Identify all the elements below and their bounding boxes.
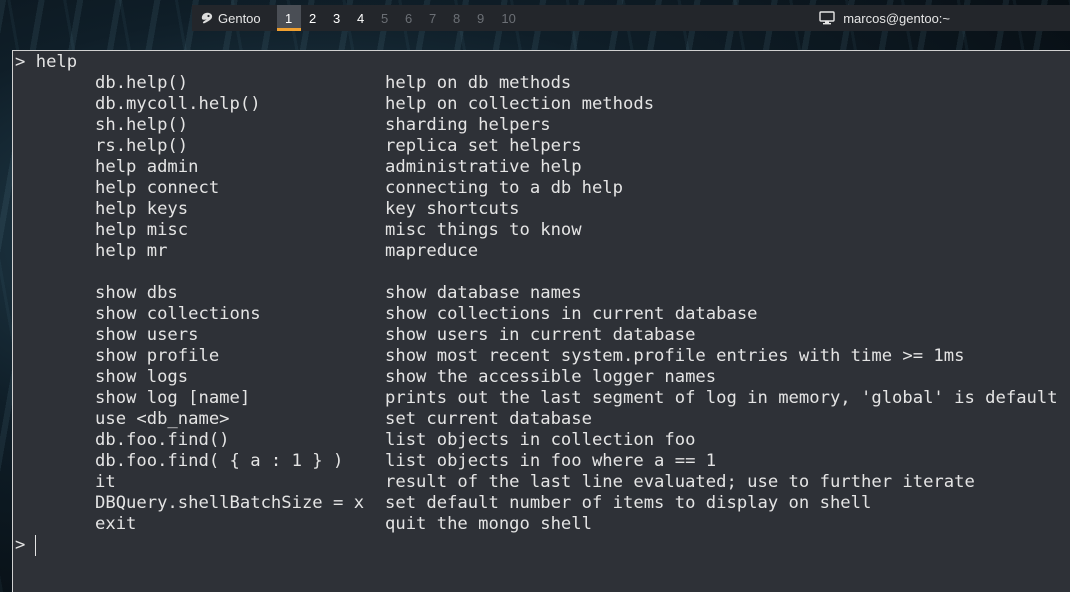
workspace-7[interactable]: 7 — [421, 5, 445, 31]
distro-menu[interactable]: Gentoo — [192, 11, 277, 26]
help-description: show the accessible logger names — [385, 367, 717, 387]
help-description: mapreduce — [385, 241, 479, 261]
help-description: key shortcuts — [385, 199, 520, 219]
help-description: show most recent system.profile entries … — [385, 346, 965, 366]
monitor-icon — [819, 11, 835, 25]
user-host-label: marcos@gentoo:~ — [843, 10, 950, 26]
help-description: connecting to a db help — [385, 178, 623, 198]
workspace-4[interactable]: 4 — [349, 5, 373, 31]
help-description: help on db methods — [385, 73, 572, 93]
help-command: db.foo.find() — [95, 430, 230, 450]
help-description: misc things to know — [385, 220, 582, 240]
help-description: show collections in current database — [385, 304, 758, 324]
workspace-10[interactable]: 10 — [493, 5, 525, 31]
workspace-2[interactable]: 2 — [301, 5, 325, 31]
terminal-window[interactable]: > help db.help() help on db methods db.myc… — [12, 50, 1070, 592]
workspace-5[interactable]: 5 — [373, 5, 397, 31]
active-window-title[interactable]: marcos@gentoo:~ — [819, 11, 1070, 26]
help-command: db.help() — [95, 73, 189, 93]
gentoo-logo-icon — [201, 12, 213, 24]
help-description: show users in current database — [385, 325, 696, 345]
help-command: show collections — [95, 304, 261, 324]
help-description: show database names — [385, 283, 582, 303]
workspace-6[interactable]: 6 — [397, 5, 421, 31]
help-command: show log [name] — [95, 388, 251, 408]
help-command: db.mycoll.help() — [95, 94, 261, 114]
help-description: quit the mongo shell — [385, 514, 592, 534]
terminal-prompt: > — [15, 535, 26, 555]
distro-label: Gentoo — [218, 10, 261, 26]
help-command: help keys — [95, 199, 189, 219]
help-command: it — [95, 472, 116, 492]
help-command: show users — [95, 325, 199, 345]
help-command: help connect — [95, 178, 220, 198]
workspace-9[interactable]: 9 — [469, 5, 493, 31]
top-panel: Gentoo 1 2 3 4 5 6 7 8 9 10 marcos@gento… — [192, 5, 1070, 31]
help-command: rs.help() — [95, 136, 189, 156]
help-description: sharding helpers — [385, 115, 551, 135]
workspace-switcher: 1 2 3 4 5 6 7 8 9 10 — [276, 5, 525, 31]
help-description: replica set helpers — [385, 136, 582, 156]
terminal-input-line: > help — [15, 52, 77, 73]
help-description: list objects in foo where a == 1 — [385, 451, 717, 471]
help-command: exit — [95, 514, 137, 534]
prompt-symbol: > — [15, 52, 26, 72]
entered-command: help — [35, 52, 78, 72]
workspace-8[interactable]: 8 — [445, 5, 469, 31]
help-description: set current database — [385, 409, 592, 429]
help-command: db.foo.find( { a : 1 } ) — [95, 451, 344, 471]
help-description: administrative help — [385, 157, 582, 177]
workspace-1[interactable]: 1 — [276, 5, 301, 31]
help-command: help mr — [95, 241, 168, 261]
help-command: show logs — [95, 367, 189, 387]
help-command: use <db_name> — [95, 409, 230, 429]
help-command: show profile — [95, 346, 220, 366]
help-command: sh.help() — [95, 115, 189, 135]
workspace-3[interactable]: 3 — [325, 5, 349, 31]
help-description: prints out the last segment of log in me… — [385, 388, 1058, 408]
help-command: DBQuery.shellBatchSize = x — [95, 493, 365, 513]
help-command: help misc — [95, 220, 189, 240]
help-command: show dbs — [95, 283, 178, 303]
text-cursor — [35, 535, 36, 556]
help-description: result of the last line evaluated; use t… — [385, 472, 975, 492]
help-description: help on collection methods — [385, 94, 655, 114]
help-command: help admin — [95, 157, 199, 177]
help-description: set default number of items to display o… — [385, 493, 872, 513]
help-description: list objects in collection foo — [385, 430, 696, 450]
